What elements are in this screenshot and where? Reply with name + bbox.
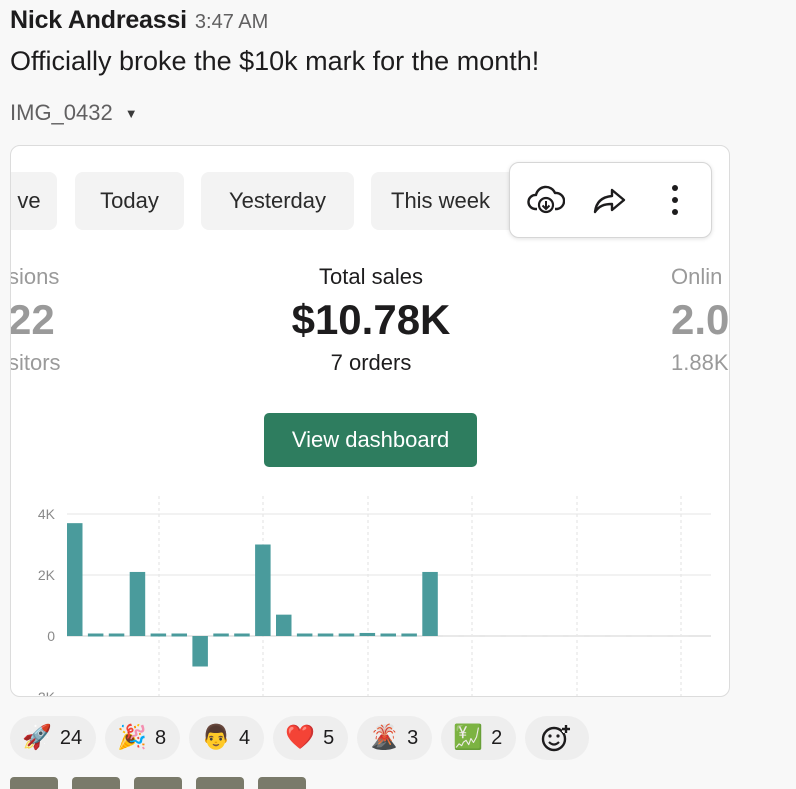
man-face-icon: 👨 — [201, 724, 232, 751]
bar-placeholder — [464, 635, 480, 637]
bar — [150, 633, 167, 637]
bar — [380, 633, 396, 637]
y-tick-label: 2K — [38, 567, 56, 583]
bar-placeholder — [568, 635, 585, 637]
caret-down-icon: ▼ — [124, 105, 138, 121]
share-icon[interactable] — [590, 180, 630, 220]
attachment-name: IMG_0432 — [10, 100, 113, 125]
bar-placeholder — [485, 635, 501, 637]
bar-placeholder — [652, 635, 668, 637]
bar-placeholder — [673, 635, 689, 637]
orders-count: 7 orders — [330, 350, 412, 375]
bar-placeholder — [505, 635, 522, 637]
sender-name[interactable]: Nick Andreassi — [10, 6, 187, 34]
reaction-count: 5 — [323, 726, 335, 749]
reaction-count: 8 — [155, 726, 167, 749]
reaction-rocket[interactable]: 🚀 24 — [10, 716, 97, 760]
bar — [255, 544, 271, 636]
add-reaction-button[interactable] — [525, 716, 590, 760]
bar — [171, 633, 187, 637]
attachment-toggle[interactable]: IMG_0432 ▼ — [10, 100, 138, 126]
bar — [276, 614, 292, 636]
message-text: Officially broke the $10k mark for the m… — [10, 46, 540, 76]
total-sales-value: $10.78K — [291, 296, 451, 343]
chip-today: Today — [75, 172, 184, 230]
bar — [317, 633, 334, 637]
bar — [359, 632, 376, 636]
online-sub: 1.88K — [671, 350, 729, 375]
sessions-value: 22 — [10, 296, 55, 343]
message-timestamp[interactable]: 3:47 AM — [195, 11, 268, 33]
attachment-toolbar — [509, 162, 712, 238]
bar — [129, 571, 146, 636]
bar — [422, 571, 438, 636]
sessions-sub: sitors — [10, 350, 61, 375]
bar — [67, 523, 83, 636]
bar-placeholder — [589, 635, 605, 637]
online-value: 2.0 — [671, 296, 730, 343]
online-label: Onlin — [671, 264, 723, 289]
y-tick-label: 0 — [47, 628, 55, 644]
bar — [338, 633, 355, 637]
bar — [296, 633, 313, 637]
bar-placeholder — [526, 635, 543, 637]
bar-placeholder — [443, 635, 459, 637]
view-dashboard-button: View dashboard — [264, 413, 477, 467]
party-popper-icon: 🎉 — [117, 724, 148, 751]
bar — [234, 633, 250, 637]
download-icon[interactable] — [526, 180, 566, 220]
reaction-count: 24 — [59, 726, 83, 749]
bar — [192, 636, 208, 667]
bar-placeholder — [547, 635, 564, 637]
reaction-chart[interactable]: 💹 2 — [441, 716, 517, 760]
sessions-label: sions — [10, 264, 60, 289]
chip-yesterday: Yesterday — [201, 172, 354, 230]
volcano-icon: 🌋 — [369, 724, 400, 751]
y-tick-label: -2K — [33, 689, 55, 696]
chip-partial: ve — [11, 172, 57, 230]
reaction-count: 4 — [239, 726, 251, 749]
metric-online: Onlin 2.0 1.88K — [671, 264, 729, 376]
reaction-count: 3 — [407, 726, 419, 749]
reaction-volcano[interactable]: 🌋 3 — [357, 716, 433, 760]
reaction-count: 2 — [491, 726, 503, 749]
reaction-man[interactable]: 👨 4 — [189, 716, 265, 760]
bar-placeholder — [610, 635, 626, 637]
heart-icon: ❤️ — [285, 724, 316, 751]
rocket-icon: 🚀 — [22, 724, 52, 751]
metric-total-sales: Total sales $10.78K 7 orders — [261, 264, 481, 376]
chart-yen-icon: 💹 — [453, 724, 484, 751]
metric-sessions: sions 22 sitors — [10, 264, 61, 376]
bar — [213, 633, 229, 637]
bar — [87, 633, 104, 637]
next-message-thumbnails — [10, 777, 306, 789]
bar — [108, 633, 125, 637]
add-emoji-icon — [542, 725, 571, 752]
y-tick-label: 4K — [38, 506, 56, 522]
more-icon[interactable] — [655, 180, 695, 220]
bar — [401, 633, 417, 637]
reactions-bar: 🚀 24 🎉 8 👨 4 ❤️ 5 🌋 3 💹 2 — [10, 716, 590, 760]
total-sales-label: Total sales — [319, 264, 423, 289]
sales-bar-chart: 4K 2K 0 -2K — [33, 496, 711, 696]
reaction-heart[interactable]: ❤️ 5 — [273, 716, 349, 760]
bar-placeholder — [631, 635, 647, 637]
message-header: Nick Andreassi 3:47 AM — [10, 6, 268, 35]
reaction-party[interactable]: 🎉 8 — [105, 716, 181, 760]
